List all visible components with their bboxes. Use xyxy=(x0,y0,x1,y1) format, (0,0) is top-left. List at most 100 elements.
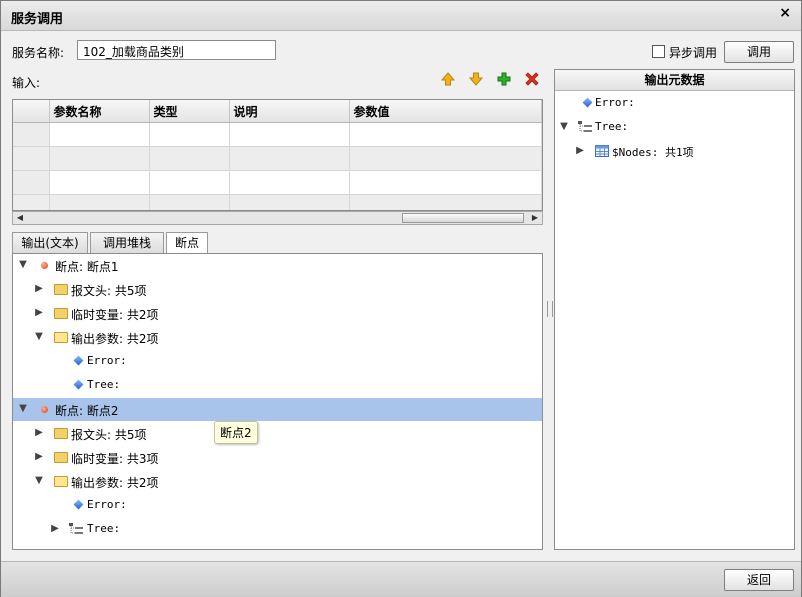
tree-node-label: Tree: xyxy=(87,522,121,535)
tree-node-label: $Nodes: 共1项 xyxy=(612,146,694,159)
metadata-node-table[interactable]: ▶ $Nodes: 共1项 xyxy=(555,140,794,163)
scroll-right-icon[interactable]: ▶ xyxy=(528,212,542,224)
folder-open-icon xyxy=(54,332,68,343)
table-cell[interactable] xyxy=(349,122,542,147)
tree-node-label: 输出参数: 共2项 xyxy=(71,476,159,490)
tree-node-breakpoint-selected[interactable]: ▼ 断点: 断点2 xyxy=(13,398,542,421)
tab-call-stack[interactable]: 调用堆栈 xyxy=(90,232,164,253)
tree-node-tree[interactable]: ▶ Tree: xyxy=(13,518,542,541)
column-header[interactable]: 说明 xyxy=(229,100,350,123)
column-header[interactable]: 类型 xyxy=(149,100,230,123)
delete-x-icon[interactable] xyxy=(523,72,541,90)
tree-node-label: 输出参数: 共2项 xyxy=(71,332,159,346)
expand-arrow-icon[interactable]: ▼ xyxy=(18,403,28,414)
breakpoint-dot-icon xyxy=(41,262,48,269)
plus-icon[interactable] xyxy=(495,72,513,90)
table-row[interactable] xyxy=(13,170,542,195)
tree-node-leaf[interactable]: Error: xyxy=(13,350,542,373)
arrow-up-icon[interactable] xyxy=(439,72,457,90)
tree-node-label: 断点: 断点2 xyxy=(55,404,119,418)
tree-node-label: Tree: xyxy=(87,378,121,391)
scroll-left-icon[interactable]: ◀ xyxy=(13,212,27,224)
tree-node-folder[interactable]: ▶ 报文头: 共5项 xyxy=(13,278,542,301)
tree-node-folder[interactable]: ▶ 临时变量: 共3项 xyxy=(13,446,542,469)
tab-breakpoints[interactable]: 断点 xyxy=(166,232,208,254)
table-row[interactable] xyxy=(13,122,542,147)
diamond-icon xyxy=(73,499,84,510)
splitter-handle[interactable] xyxy=(547,301,553,317)
tree-node-label: 报文头: 共5项 xyxy=(71,284,147,298)
table-cell[interactable] xyxy=(149,146,230,171)
tree-node-label: 临时变量: 共2项 xyxy=(71,308,159,322)
metadata-node-leaf[interactable]: Error: xyxy=(555,92,794,115)
row-header[interactable] xyxy=(13,146,50,171)
table-header-row: 参数名称 类型 说明 参数值 xyxy=(13,100,542,123)
tree-node-breakpoint[interactable]: ▼ 断点: 断点1 xyxy=(13,254,542,277)
expand-arrow-icon[interactable]: ▼ xyxy=(34,331,44,342)
expand-arrow-icon[interactable]: ▼ xyxy=(18,259,28,270)
collapse-arrow-icon[interactable]: ▶ xyxy=(34,283,44,294)
table-cell[interactable] xyxy=(49,194,150,210)
column-header[interactable]: 参数值 xyxy=(349,100,542,123)
table-row[interactable] xyxy=(13,194,542,210)
folder-icon xyxy=(54,308,68,319)
tooltip: 断点2 xyxy=(214,421,258,444)
table-cell[interactable] xyxy=(149,194,230,210)
invoke-button[interactable]: 调用 xyxy=(724,41,794,63)
async-label: 异步调用 xyxy=(669,46,718,60)
diamond-icon xyxy=(73,379,84,390)
table-cell[interactable] xyxy=(349,170,542,195)
collapse-arrow-icon[interactable]: ▶ xyxy=(34,451,44,462)
close-icon[interactable]: × xyxy=(779,5,791,21)
tree-node-folder[interactable]: ▼ 输出参数: 共2项 xyxy=(13,326,542,349)
input-params-table[interactable]: 参数名称 类型 说明 参数值 xyxy=(12,99,543,211)
title-bar: 服务调用 × xyxy=(1,1,801,31)
table-cell[interactable] xyxy=(229,122,350,147)
async-checkbox[interactable] xyxy=(652,45,665,58)
expand-arrow-icon[interactable]: ▼ xyxy=(559,121,569,132)
table-cell[interactable] xyxy=(229,194,350,210)
arrow-down-icon[interactable] xyxy=(467,72,485,90)
diamond-icon xyxy=(73,355,84,366)
dialog-footer: 返回 xyxy=(1,561,801,597)
collapse-arrow-icon[interactable]: ▶ xyxy=(50,523,60,534)
dialog-title: 服务调用 xyxy=(11,12,64,27)
tree-node-leaf[interactable]: Tree: xyxy=(13,374,542,397)
table-cell[interactable] xyxy=(229,170,350,195)
table-cell[interactable] xyxy=(349,194,542,210)
input-label: 输入: xyxy=(12,76,41,90)
table-cell[interactable] xyxy=(349,146,542,171)
collapse-arrow-icon[interactable]: ▶ xyxy=(34,307,44,318)
scrollbar-thumb[interactable] xyxy=(402,213,524,223)
tree-node-folder[interactable]: ▼ 输出参数: 共2项 xyxy=(13,470,542,493)
column-header[interactable]: 参数名称 xyxy=(49,100,150,123)
table-cell[interactable] xyxy=(49,122,150,147)
tree-node-folder[interactable]: ▶ 临时变量: 共2项 xyxy=(13,302,542,325)
diamond-icon xyxy=(582,97,593,108)
horizontal-scrollbar[interactable]: ◀ ▶ xyxy=(12,211,543,225)
table-cell[interactable] xyxy=(49,146,150,171)
tree-node-label: 断点: 断点1 xyxy=(55,260,119,274)
breakpoint-tree[interactable]: ▼ 断点: 断点1 ▶ 报文头: 共5项 ▶ 临时变量: 共2项 ▼ 输出参数:… xyxy=(12,253,543,550)
collapse-arrow-icon[interactable]: ▶ xyxy=(34,427,44,438)
table-icon xyxy=(595,145,609,160)
row-header[interactable] xyxy=(13,170,50,195)
table-row[interactable] xyxy=(13,146,542,171)
output-metadata-title: 输出元数据 xyxy=(555,70,794,91)
tree-node-leaf[interactable]: Error: xyxy=(13,494,542,517)
table-cell[interactable] xyxy=(149,170,230,195)
return-button[interactable]: 返回 xyxy=(724,569,794,591)
collapse-arrow-icon[interactable]: ▶ xyxy=(575,145,585,156)
tab-output-text[interactable]: 输出(文本) xyxy=(12,232,88,253)
table-cell[interactable] xyxy=(149,122,230,147)
expand-arrow-icon[interactable]: ▼ xyxy=(34,475,44,486)
row-header-corner xyxy=(13,100,50,123)
tree-node-label: Error: xyxy=(87,354,127,367)
row-header[interactable] xyxy=(13,194,50,210)
tree-node-folder[interactable]: ▶ 报文头: 共5项 xyxy=(13,422,542,445)
row-header[interactable] xyxy=(13,122,50,147)
table-cell[interactable] xyxy=(49,170,150,195)
metadata-node-tree[interactable]: ▼ Tree: xyxy=(555,116,794,139)
table-cell[interactable] xyxy=(229,146,350,171)
service-name-field[interactable]: 102_加载商品类别 xyxy=(77,40,276,60)
